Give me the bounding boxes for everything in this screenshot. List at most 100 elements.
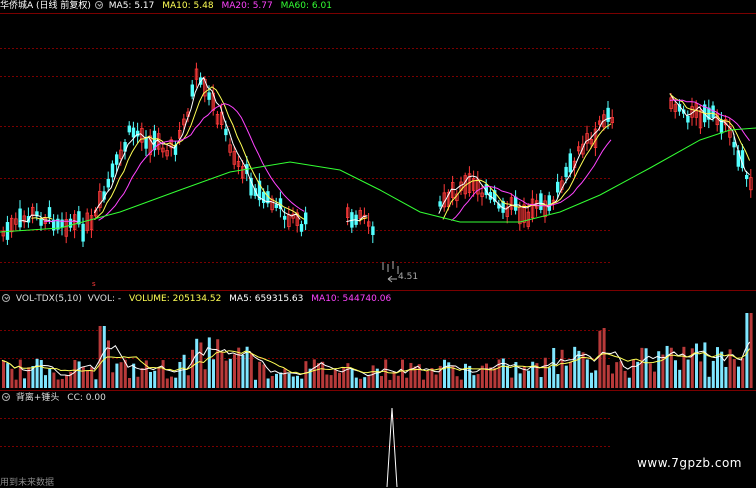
volume-bar <box>380 376 383 388</box>
candle-body <box>127 125 131 133</box>
candle-body <box>274 204 278 209</box>
volume-bar <box>724 366 728 388</box>
volume-bar <box>224 360 228 388</box>
volume-bar <box>699 361 703 388</box>
volume-bar <box>212 359 215 388</box>
volume-bar <box>149 371 152 388</box>
volume-bar <box>741 358 745 388</box>
volume-bar <box>556 374 560 388</box>
volume-bar <box>405 377 409 388</box>
volume-bar <box>363 377 367 388</box>
volume-bar <box>644 348 648 388</box>
candle-body <box>539 193 543 210</box>
candle-body <box>282 215 287 220</box>
volume-bar <box>203 369 207 388</box>
volume-bar <box>73 360 77 388</box>
candle-body <box>556 181 560 193</box>
volume-bar <box>270 376 274 388</box>
candlesticks <box>1 62 753 274</box>
volume-bar <box>291 376 295 388</box>
volume-bar <box>485 363 488 388</box>
volume-bar <box>329 375 333 388</box>
candle-body <box>106 178 110 188</box>
markers: s <box>92 275 397 288</box>
volume-bar <box>732 359 736 388</box>
volume-bar <box>325 374 329 388</box>
volume-bar <box>258 361 262 388</box>
candle-body <box>568 153 572 173</box>
moving-average-lines <box>0 76 756 233</box>
volume-bar <box>548 367 551 388</box>
volume-bar <box>737 366 740 388</box>
volume-bars <box>2 313 753 388</box>
low-price-label: 4.51 <box>398 272 419 282</box>
volume-bar <box>157 367 161 388</box>
candle-body <box>564 166 568 178</box>
ma60-line <box>0 127 756 233</box>
volume-bar <box>678 369 682 388</box>
candle-body <box>190 84 194 97</box>
volume-bar <box>60 378 64 388</box>
volume-legend: VOL-TDX(5,10) VVOL: - VOLUME: 205134.52 … <box>0 293 396 305</box>
settings-icon[interactable] <box>2 393 10 401</box>
volume-bar <box>451 365 455 388</box>
ma10-line <box>31 86 751 222</box>
candle-body <box>18 208 22 228</box>
candle-body <box>547 195 551 211</box>
volume-bar <box>6 363 10 388</box>
volume-bar <box>598 330 602 388</box>
volume-bar <box>237 347 241 388</box>
settings-icon[interactable] <box>2 294 10 302</box>
ma10-label: MA10: 5.48 <box>162 1 214 11</box>
volume-bar <box>632 359 635 388</box>
volume-bar <box>468 365 472 388</box>
volume-bar <box>207 337 211 388</box>
candle-body <box>438 201 442 207</box>
volume-bar <box>317 363 320 388</box>
candle-body <box>81 223 85 242</box>
volume-bar <box>18 359 22 388</box>
chart-canvas: s <box>0 13 756 487</box>
volume-bar <box>220 351 224 388</box>
volume-bar <box>52 372 56 388</box>
indicator-title: 背离+锤头 <box>15 393 60 403</box>
volume-bar <box>686 359 690 388</box>
volume-bar <box>527 370 530 388</box>
volume-bar <box>455 376 459 388</box>
volume-bar <box>409 362 413 388</box>
volume-bar <box>111 372 115 388</box>
volume-bar <box>396 375 400 388</box>
volume-bar <box>44 375 47 388</box>
volume-bar <box>287 373 291 388</box>
candle-body <box>606 107 610 122</box>
candle-body <box>207 92 211 100</box>
volume-bar <box>510 377 514 388</box>
volume-bar <box>35 358 39 388</box>
volume-bar <box>119 362 123 388</box>
volume-bar <box>178 361 182 388</box>
volume-bar <box>283 368 287 388</box>
volume-bar <box>434 374 438 388</box>
volume-bar <box>77 361 81 388</box>
volume-bar <box>333 369 337 388</box>
volume-bar <box>543 357 547 388</box>
volume-bar <box>611 373 614 388</box>
volume-bar <box>161 360 165 388</box>
volume-bar <box>128 377 131 388</box>
volume-bar <box>312 359 316 388</box>
volume-bar <box>401 359 404 388</box>
volume-bar <box>606 364 610 388</box>
candle-body <box>711 105 715 118</box>
volume-bar <box>321 361 325 388</box>
volume-bar <box>65 375 68 388</box>
volume-bar <box>703 342 707 388</box>
volume-bar <box>350 368 354 388</box>
volume-bar <box>23 378 26 388</box>
indicator-legend: 背离+锤头 CC: 0.00 <box>0 392 111 404</box>
indicator-line <box>386 407 398 487</box>
volume-bar <box>682 346 686 388</box>
volume-bar <box>602 328 606 388</box>
settings-icon[interactable] <box>94 1 103 9</box>
candle-body <box>686 115 690 123</box>
volume-bar <box>140 368 144 388</box>
